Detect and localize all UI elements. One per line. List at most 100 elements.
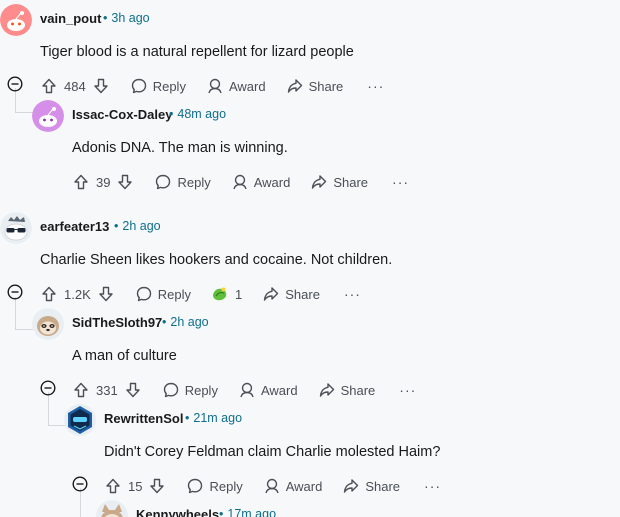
- share-label: Share: [308, 78, 344, 94]
- share-icon: [262, 285, 280, 303]
- comment-body: Adonis DNA. The man is winning.: [72, 140, 288, 156]
- share-icon: [310, 173, 328, 191]
- award-button[interactable]: Award: [231, 173, 291, 191]
- award-button[interactable]: Award: [206, 77, 266, 95]
- vote-count: 331: [96, 382, 118, 398]
- reply-label: Reply: [157, 286, 191, 302]
- share-label: Share: [340, 382, 376, 398]
- comment-timestamp: • 2h ago: [114, 219, 161, 233]
- comment-actions: 39 Reply Award Share ···: [72, 170, 409, 194]
- reply-button[interactable]: Reply: [130, 77, 186, 95]
- award-button[interactable]: Award: [263, 477, 323, 495]
- comment-author[interactable]: SidTheSloth97: [72, 315, 162, 330]
- reply-button[interactable]: Reply: [135, 285, 191, 303]
- award-label: Award: [260, 382, 298, 398]
- downvote-icon[interactable]: [124, 381, 142, 399]
- comment-timestamp: • 17m ago: [219, 507, 277, 517]
- upvote-icon[interactable]: [40, 77, 58, 95]
- collapse-thread-button[interactable]: [40, 380, 56, 396]
- award-label: Award: [253, 174, 291, 190]
- reply-button[interactable]: Reply: [162, 381, 218, 399]
- reply-label: Reply: [184, 382, 218, 398]
- thread-line: [80, 488, 81, 517]
- thread-line: [15, 329, 33, 330]
- sunglasses-snoo-avatar[interactable]: [0, 212, 32, 244]
- award-icon: [238, 381, 256, 399]
- vote-count: 15: [128, 478, 143, 494]
- more-options-button[interactable]: ···: [399, 382, 416, 398]
- reply-icon: [154, 173, 172, 191]
- share-label: Share: [285, 286, 320, 302]
- comment-author[interactable]: earfeater13: [40, 219, 109, 234]
- vote-count: 1.2K: [64, 286, 91, 302]
- downvote-icon[interactable]: [97, 285, 115, 303]
- reply-label: Reply: [152, 78, 186, 94]
- award-icon: [206, 77, 224, 95]
- reply-button[interactable]: Reply: [186, 477, 243, 495]
- comment-body: Tiger blood is a natural repellent for l…: [40, 44, 354, 60]
- upvote-icon[interactable]: [104, 477, 122, 495]
- share-icon: [318, 381, 336, 399]
- share-button[interactable]: Share: [318, 381, 376, 399]
- thread-line: [15, 112, 33, 113]
- collapse-thread-button[interactable]: [72, 476, 88, 492]
- vote-controls: 39: [72, 173, 134, 191]
- reply-label: Reply: [209, 478, 243, 494]
- reply-button[interactable]: Reply: [154, 173, 211, 191]
- upvote-icon[interactable]: [40, 285, 58, 303]
- vote-controls: 15: [104, 477, 166, 495]
- comment-author[interactable]: Issac-Cox-Daley: [72, 107, 172, 122]
- vote-count: 39: [96, 174, 111, 190]
- share-button[interactable]: Share: [262, 285, 320, 303]
- more-options-button[interactable]: ···: [367, 78, 384, 94]
- comment-actions: 15 Reply Award Share ···: [104, 474, 441, 498]
- reply-label: Reply: [177, 174, 211, 190]
- share-button[interactable]: Share: [286, 77, 344, 95]
- reply-icon: [135, 285, 153, 303]
- more-options-button[interactable]: ···: [344, 286, 361, 302]
- reply-icon: [130, 77, 148, 95]
- green-award-icon: [211, 285, 229, 303]
- award-label: Award: [228, 78, 266, 94]
- comment-timestamp: • 3h ago: [103, 11, 150, 25]
- comment-timestamp: • 21m ago: [185, 411, 243, 425]
- more-options-button[interactable]: ···: [424, 478, 441, 494]
- downvote-icon[interactable]: [116, 173, 134, 191]
- vote-controls: 331: [72, 381, 142, 399]
- share-button[interactable]: Share: [342, 477, 400, 495]
- collapse-thread-button[interactable]: [7, 76, 23, 92]
- award-badge[interactable]: 1: [211, 285, 242, 303]
- comment-timestamp: • 48m ago: [169, 107, 227, 121]
- comment-author[interactable]: RewrittenSol: [104, 411, 183, 426]
- comment-body: A man of culture: [72, 348, 177, 364]
- comment-author[interactable]: Kennywheels: [136, 507, 219, 517]
- cat-snoo-avatar[interactable]: [96, 500, 128, 517]
- vote-controls: 484: [40, 77, 110, 95]
- share-button[interactable]: Share: [310, 173, 368, 191]
- hex-helmet-avatar[interactable]: [64, 404, 96, 436]
- more-options-button[interactable]: ···: [392, 174, 409, 190]
- upvote-icon[interactable]: [72, 381, 90, 399]
- downvote-icon[interactable]: [92, 77, 110, 95]
- thread-line: [48, 392, 49, 425]
- share-icon: [342, 477, 360, 495]
- share-icon: [286, 77, 304, 95]
- reply-icon: [186, 477, 204, 495]
- comment-body: Charlie Sheen likes hookers and cocaine.…: [40, 252, 393, 268]
- award-icon: [231, 173, 249, 191]
- collapse-thread-button[interactable]: [7, 284, 23, 300]
- comment-actions: 331 Reply Award Share ···: [72, 378, 416, 402]
- reply-icon: [162, 381, 180, 399]
- thread-line: [15, 297, 16, 329]
- downvote-icon[interactable]: [148, 477, 166, 495]
- default-snoo-avatar[interactable]: [0, 4, 32, 36]
- sloth-snoo-avatar[interactable]: [32, 308, 64, 340]
- comment-author[interactable]: vain_pout: [40, 11, 101, 26]
- comment-actions: 1.2K Reply 1 Share ···: [40, 282, 361, 306]
- award-button[interactable]: Award: [238, 381, 298, 399]
- upvote-icon[interactable]: [72, 173, 90, 191]
- comment-actions: 484 Reply Award Share ···: [40, 74, 384, 98]
- vote-count: 484: [64, 78, 86, 94]
- award-label: Award: [285, 478, 323, 494]
- default-snoo-avatar[interactable]: [32, 100, 64, 132]
